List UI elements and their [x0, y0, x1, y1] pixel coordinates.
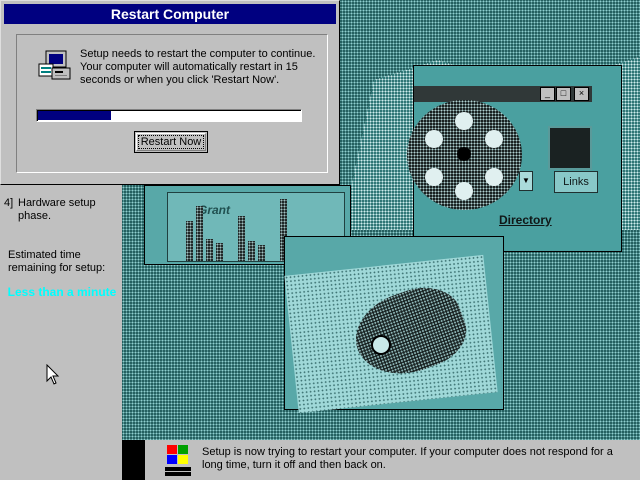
joystick-button [371, 335, 391, 355]
windows-logo [165, 445, 191, 476]
film-reel-icon [407, 100, 522, 210]
chart-bar [206, 239, 213, 261]
restart-button-label: Restart Now [137, 135, 205, 149]
step-number: 4] [4, 197, 14, 209]
restart-button-face: Restart Now [136, 133, 206, 151]
setup-status-bar: Setup is now trying to restart your comp… [145, 440, 640, 480]
reel-hole [485, 130, 503, 148]
minimize-icon: _ [540, 87, 555, 101]
computer-setup-icon [38, 50, 71, 80]
maximize-icon: □ [556, 87, 571, 101]
restart-dialog: Restart Computer Setup needs to restart … [0, 0, 340, 185]
setup-screen: Grant _ □ × ▼ Links Directory 4] Hardwar… [0, 0, 640, 480]
reel-hole [485, 168, 503, 186]
mouse-pointer-icon [46, 364, 60, 385]
decorative-joystick-window [284, 236, 504, 414]
monitor-icon [548, 126, 592, 170]
chart-bar [248, 241, 255, 261]
eta-label: Estimated time remaining for setup: [8, 249, 106, 274]
chart-bar [216, 243, 223, 261]
chart-bar [258, 245, 265, 261]
reel-hole [455, 182, 473, 200]
reel-hub [457, 147, 471, 161]
status-message: Setup is now trying to restart your comp… [202, 446, 613, 471]
reel-hole [455, 112, 473, 130]
dropdown-arrow-icon: ▼ [519, 171, 533, 191]
directory-label-art: Directory [499, 213, 552, 227]
browser-titlebar: _ □ × [414, 86, 592, 102]
eta-value: Less than a minute [7, 285, 117, 299]
dialog-body: Setup needs to restart the computer to c… [16, 34, 328, 173]
chart-bar [196, 206, 203, 261]
reel-hole [425, 168, 443, 186]
chart-bar [186, 221, 193, 261]
step-label: Hardware setup phase. [18, 197, 96, 222]
reel-hole [425, 130, 443, 148]
restart-countdown-progress [36, 109, 302, 122]
dialog-message: Setup needs to restart the computer to c… [80, 48, 316, 86]
close-icon: × [574, 87, 589, 101]
chart-bar [238, 216, 245, 261]
progress-fill [38, 111, 111, 120]
dialog-title: Restart Computer [4, 4, 336, 24]
restart-now-button[interactable]: Restart Now [134, 131, 208, 153]
links-button-art: Links [554, 171, 598, 193]
